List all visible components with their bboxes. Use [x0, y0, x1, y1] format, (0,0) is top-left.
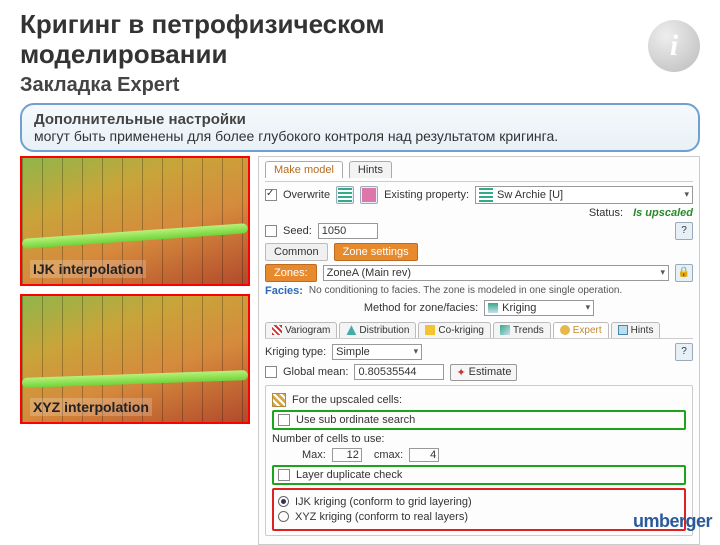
cmax-input[interactable]: 4 — [409, 448, 439, 462]
edit-icon-button[interactable] — [360, 186, 378, 204]
tab-make-model[interactable]: Make model — [265, 161, 343, 178]
overwrite-checkbox[interactable] — [265, 189, 277, 201]
facies-note: No conditioning to facies. The zone is m… — [309, 285, 622, 296]
existing-property-dropdown[interactable]: Sw Archie [U] — [475, 186, 693, 204]
seed-field[interactable]: 1050 — [318, 223, 378, 239]
kriging-type-label: Kriging type: — [265, 346, 326, 358]
callout-heading: Дополнительные настройки — [34, 111, 686, 128]
variogram-icon — [272, 325, 282, 335]
zones-label-button[interactable]: Zones: — [265, 264, 317, 282]
common-button[interactable]: Common — [265, 243, 328, 261]
existing-property-value: Sw Archie [U] — [497, 189, 563, 201]
tab-hints-top[interactable]: Hints — [349, 161, 392, 178]
settings-panel: Make model Hints Overwrite Existing prop… — [258, 156, 700, 545]
slide-subtitle: Закладка Expert — [20, 74, 700, 97]
figure-ijk-label: IJK interpolation — [30, 260, 146, 278]
property-icon — [479, 188, 493, 202]
callout-box: Дополнительные настройки могут быть прим… — [20, 103, 700, 152]
existing-property-label: Existing property: — [384, 189, 469, 201]
cmax-label: cmax: — [374, 449, 403, 461]
facies-label: Facies: — [265, 285, 303, 297]
global-mean-label: Global mean: — [283, 366, 348, 378]
estimate-button[interactable]: ✦Estimate — [450, 364, 517, 381]
cells-icon — [272, 393, 286, 407]
sub-search-checkbox[interactable] — [278, 414, 290, 426]
subtab-cokriging[interactable]: Co-kriging — [418, 322, 491, 338]
kriging-help-button[interactable]: ? — [675, 343, 693, 361]
title-line2: моделировании — [20, 39, 227, 69]
title-line1: Кригинг в петрофизическом — [20, 9, 385, 39]
method-value: Kriging — [502, 302, 536, 314]
sub-search-label: Use sub ordinate search — [296, 414, 415, 426]
trends-icon — [500, 325, 510, 335]
zone-dropdown[interactable]: ZoneA (Main rev) — [323, 265, 669, 281]
subtab-distribution[interactable]: Distribution — [339, 322, 416, 338]
figures-column: IJK interpolation XYZ interpolation — [20, 156, 250, 545]
ijk-kriging-radio[interactable] — [278, 496, 289, 507]
max-label: Max: — [302, 449, 326, 461]
status-value: Is upscaled — [633, 207, 693, 219]
figure-xyz-label: XYZ interpolation — [30, 398, 152, 416]
info-icon: i — [648, 20, 700, 72]
expert-icon — [560, 325, 570, 335]
global-mean-checkbox[interactable] — [265, 366, 277, 378]
subtab-hints[interactable]: Hints — [611, 322, 661, 338]
brand-logo: umberger — [633, 511, 712, 532]
subtab-variogram[interactable]: Variogram — [265, 322, 337, 338]
zone-settings-button[interactable]: Zone settings — [334, 243, 418, 261]
cokriging-icon — [425, 325, 435, 335]
for-upscaled-label: For the upscaled cells: — [292, 394, 402, 406]
hints-icon — [618, 325, 628, 335]
zone-value: ZoneA (Main rev) — [327, 267, 411, 279]
method-dropdown[interactable]: Kriging — [484, 300, 594, 316]
figure-ijk: IJK interpolation — [20, 156, 250, 286]
xyz-kriging-label: XYZ kriging (conform to real layers) — [295, 511, 468, 523]
callout-body: могут быть применены для более глубокого… — [34, 128, 686, 144]
overwrite-label: Overwrite — [283, 189, 330, 201]
layer-dup-label: Layer duplicate check — [296, 469, 402, 481]
distribution-icon — [346, 325, 356, 335]
upscaled-cells-group: For the upscaled cells: Use sub ordinate… — [265, 385, 693, 536]
status-label: Status: — [589, 207, 623, 219]
max-input[interactable]: 12 — [332, 448, 362, 462]
zone-lock-button[interactable]: 🔒 — [675, 264, 693, 282]
grid-icon-button[interactable] — [336, 186, 354, 204]
seed-help-button[interactable]: ? — [675, 222, 693, 240]
method-label: Method for zone/facies: — [364, 302, 478, 314]
seed-label: Seed: — [283, 225, 312, 237]
layer-dup-checkbox[interactable] — [278, 469, 290, 481]
num-cells-label: Number of cells to use: — [272, 433, 385, 445]
subtab-expert[interactable]: Expert — [553, 322, 609, 338]
kriging-icon — [488, 303, 498, 313]
slide-title: Кригинг в петрофизическом моделировании — [20, 10, 700, 70]
subtab-trends[interactable]: Trends — [493, 322, 551, 338]
seed-checkbox[interactable] — [265, 225, 277, 237]
global-mean-field[interactable]: 0.80535544 — [354, 364, 444, 380]
kriging-type-dropdown[interactable]: Simple — [332, 344, 422, 360]
kriging-type-value: Simple — [336, 346, 370, 358]
ijk-kriging-label: IJK kriging (conform to grid layering) — [295, 496, 472, 508]
figure-xyz: XYZ interpolation — [20, 294, 250, 424]
xyz-kriging-radio[interactable] — [278, 511, 289, 522]
